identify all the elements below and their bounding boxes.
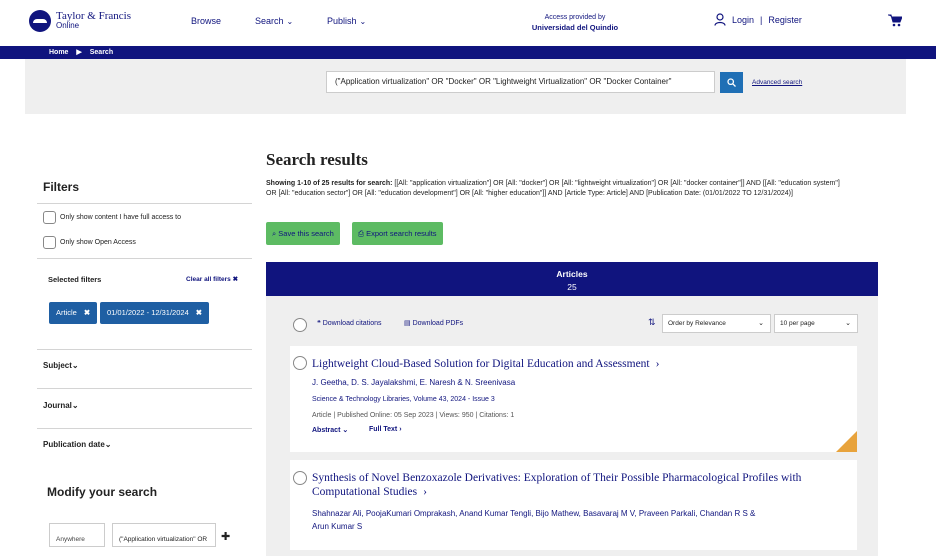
add-term-icon[interactable]: ✚ <box>221 530 230 543</box>
chevron-down-icon: ⌄ <box>71 401 79 410</box>
tab-label: Articles <box>556 269 588 279</box>
clear-all-filters-button[interactable]: Clear all filters ✖ <box>186 275 238 283</box>
tab-articles[interactable]: Articles 25 <box>266 262 878 304</box>
access-label: Access provided by <box>544 14 606 21</box>
chevron-down-icon: ⌄ <box>342 427 349 434</box>
breadcrumb-current: Search <box>89 49 114 56</box>
account-links: Login | Register <box>714 13 802 26</box>
close-icon[interactable]: ✖ <box>196 308 202 317</box>
select-all-radio[interactable] <box>293 318 307 332</box>
quote-icon: ❝ <box>317 320 321 327</box>
open-access-label: Only show Open Access <box>60 239 136 246</box>
access-org: Universidad del Quindio <box>531 23 619 32</box>
full-access-label: Only show content I have full access to <box>60 214 182 221</box>
search-input[interactable]: ("Application virtualization" OR "Docker… <box>326 71 715 93</box>
open-access-lock-icon <box>836 431 857 452</box>
download-citations-button[interactable]: ❝ Download citations <box>317 319 382 327</box>
facet-subject[interactable]: Subject⌄ <box>43 361 79 370</box>
chevron-down-icon: ⌄ <box>104 440 112 449</box>
chevron-down-icon: ⌄ <box>286 17 294 26</box>
chevron-down-icon: ⌄ <box>71 361 79 370</box>
results-count: Showing 1-10 of 25 results for search: <box>266 180 393 187</box>
divider <box>37 258 252 259</box>
search-icon: ⌕ <box>272 229 277 238</box>
chevron-down-icon: ⌄ <box>845 320 851 327</box>
user-icon <box>714 13 726 26</box>
close-icon[interactable]: ✖ <box>84 308 90 317</box>
close-icon: ✖ <box>232 276 239 283</box>
breadcrumb-home[interactable]: Home <box>49 49 68 56</box>
separator: | <box>760 14 763 25</box>
divider <box>37 349 252 350</box>
sort-icon: ⇅ <box>648 317 656 327</box>
advanced-search-link[interactable]: Advanced search <box>752 79 802 86</box>
cart-button[interactable] <box>888 14 903 32</box>
select-article-radio[interactable] <box>293 356 307 370</box>
download-pdfs-button[interactable]: ▤ Download PDFs <box>404 319 463 327</box>
chevron-down-icon: ⌄ <box>359 17 367 26</box>
facet-journal[interactable]: Journal⌄ <box>43 401 79 410</box>
article-authors[interactable]: Shahnazar Ali, PoojaKumari Omprakash, An… <box>312 507 755 533</box>
chevron-right-icon: › <box>399 426 402 433</box>
breadcrumb: Home ▶ Search <box>0 46 936 59</box>
divider <box>37 428 252 429</box>
search-button[interactable] <box>720 72 743 93</box>
chevron-right-icon: › <box>655 358 660 370</box>
filter-chip-article[interactable]: Article ✖ <box>49 302 98 324</box>
modify-search-input[interactable]: ("Application virtualization" OR <box>112 523 216 547</box>
per-page-select[interactable]: 10 per page ⌄ <box>774 314 858 333</box>
register-link[interactable]: Register <box>768 15 802 25</box>
list-item: Lightweight Cloud-Based Solution for Dig… <box>290 346 857 452</box>
article-title[interactable]: Synthesis of Novel Benzoxazole Derivativ… <box>312 471 801 499</box>
export-icon: ⎙ <box>358 229 364 238</box>
article-journal[interactable]: Science & Technology Libraries, Volume 4… <box>312 396 495 403</box>
list-item: Synthesis of Novel Benzoxazole Derivativ… <box>290 460 857 550</box>
filters-title: Filters <box>43 180 80 194</box>
pdf-icon: ▤ <box>404 320 411 327</box>
nav-browse[interactable]: Browse <box>191 16 221 26</box>
breadcrumb-arrow-icon: ▶ <box>76 49 82 56</box>
abstract-toggle[interactable]: Abstract ⌄ <box>312 426 348 434</box>
article-title[interactable]: Lightweight Cloud-Based Solution for Dig… <box>312 357 659 371</box>
chevron-down-icon: ⌄ <box>758 320 764 327</box>
full-access-checkbox[interactable]: Only show content I have full access to <box>43 211 181 224</box>
logo-mark-icon <box>29 10 51 32</box>
nav-publish[interactable]: Publish ⌄ <box>327 16 366 26</box>
divider <box>37 203 252 204</box>
nav-search[interactable]: Search ⌄ <box>255 16 293 26</box>
modify-search-title: Modify your search <box>47 485 158 499</box>
select-article-radio[interactable] <box>293 471 307 485</box>
checkbox-box[interactable] <box>43 236 56 249</box>
divider <box>37 388 252 389</box>
checkbox-box[interactable] <box>43 211 56 224</box>
field-select[interactable]: Anywhere <box>49 523 105 547</box>
site-header: Taylor & Francis Online Browse Search ⌄ P… <box>0 0 936 46</box>
logo-subtitle: Online <box>56 21 80 30</box>
search-icon <box>727 78 736 87</box>
tab-count: 25 <box>567 282 577 292</box>
filter-chip-date[interactable]: 01/01/2022 - 12/31/2024 ✖ <box>100 302 210 324</box>
page-title: Search results <box>266 150 368 169</box>
cart-icon <box>888 14 903 27</box>
save-search-button[interactable]: ⌕ Save this search <box>266 222 340 245</box>
login-link[interactable]: Login <box>732 15 754 25</box>
tandf-logo[interactable]: Taylor & Francis Online <box>29 10 131 32</box>
open-access-checkbox[interactable]: Only show Open Access <box>43 236 136 249</box>
facet-publication-date[interactable]: Publication date⌄ <box>43 440 112 449</box>
selected-filters-title: Selected filters <box>48 275 102 284</box>
full-text-link[interactable]: Full Text › <box>369 426 402 433</box>
chevron-right-icon: › <box>423 486 427 498</box>
article-authors[interactable]: J. Geetha, D. S. Jayalakshmi, E. Naresh … <box>312 378 515 387</box>
sort-select[interactable]: Order by Relevance ⌄ <box>662 314 771 333</box>
export-results-button[interactable]: ⎙ Export search results <box>352 222 443 245</box>
results-summary: Showing 1-10 of 25 results for search: [… <box>266 179 846 198</box>
article-meta: Article | Published Online: 05 Sep 2023 … <box>312 412 515 419</box>
logo-title: Taylor & Francis <box>56 10 131 22</box>
access-info: Access provided by Universidad del Quind… <box>500 13 650 34</box>
